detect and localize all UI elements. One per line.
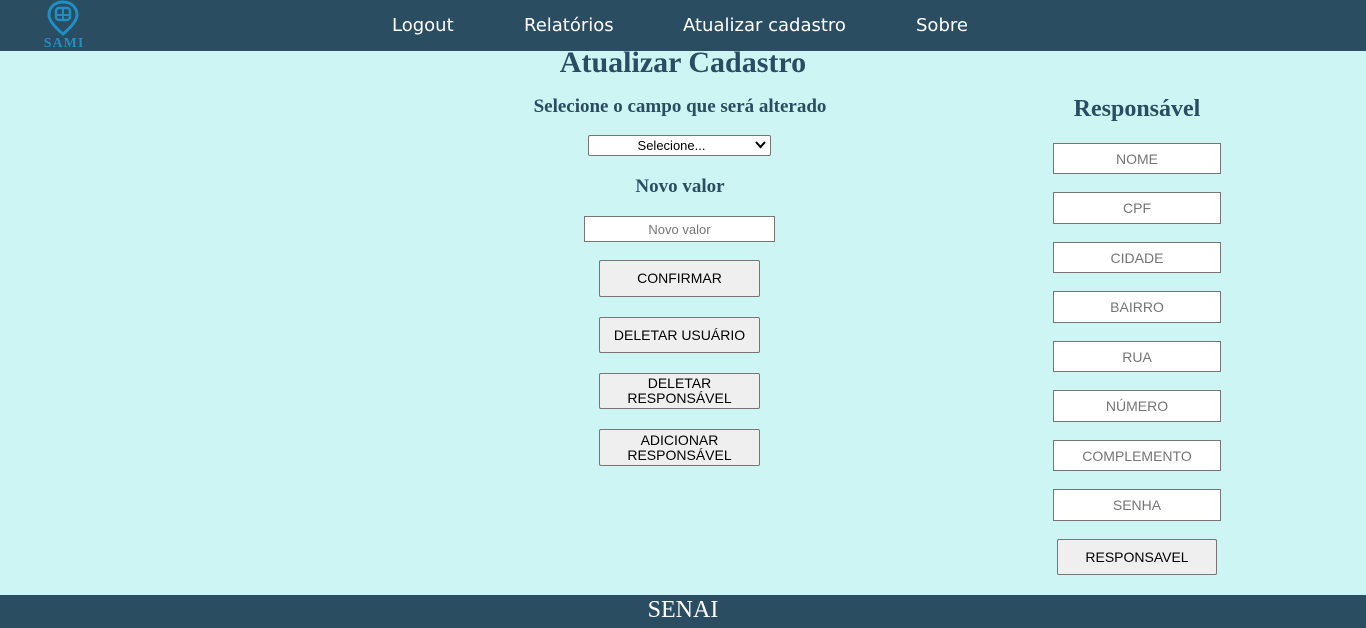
nav-sobre[interactable]: Sobre (916, 15, 968, 36)
chevron-down-icon (755, 141, 766, 149)
confirm-button[interactable]: CONFIRMAR (599, 260, 760, 297)
top-navbar: SAMI Logout Relatórios Atualizar cadastr… (0, 0, 1366, 51)
responsible-number-input[interactable] (1053, 390, 1221, 422)
responsible-cpf-input[interactable] (1053, 192, 1221, 224)
page-title: Atualizar Cadastro (559, 46, 807, 79)
nav-logout[interactable]: Logout (392, 15, 454, 36)
new-value-heading: Novo valor (635, 176, 725, 197)
responsible-city-input[interactable] (1053, 242, 1221, 273)
select-field-heading: Selecione o campo que será alterado (533, 96, 827, 117)
new-value-input[interactable] (584, 216, 775, 242)
nav-relatorios[interactable]: Relatórios (524, 15, 614, 36)
delete-responsible-button[interactable]: DELETAR RESPONSÁVEL (599, 373, 760, 409)
field-select-value: Selecione... (637, 138, 706, 153)
responsible-name-input[interactable] (1053, 143, 1221, 174)
responsible-password-input[interactable] (1053, 489, 1221, 521)
add-responsible-button[interactable]: ADICIONAR RESPONSÁVEL (599, 429, 760, 466)
responsible-heading: Responsável (1073, 96, 1201, 122)
nav-menu: Logout Relatórios Atualizar cadastro Sob… (0, 0, 1366, 51)
responsible-street-input[interactable] (1053, 341, 1221, 372)
delete-user-button[interactable]: DELETAR USUÁRIO (599, 317, 760, 353)
nav-atualizar-cadastro[interactable]: Atualizar cadastro (683, 15, 846, 36)
responsible-submit-button[interactable]: RESPONSAVEL (1057, 539, 1217, 575)
footer: SENAI (0, 595, 1366, 628)
responsible-neighborhood-input[interactable] (1053, 291, 1221, 323)
footer-text: SENAI (647, 597, 719, 623)
field-select[interactable]: Selecione... (588, 135, 771, 156)
responsible-complement-input[interactable] (1053, 440, 1221, 471)
